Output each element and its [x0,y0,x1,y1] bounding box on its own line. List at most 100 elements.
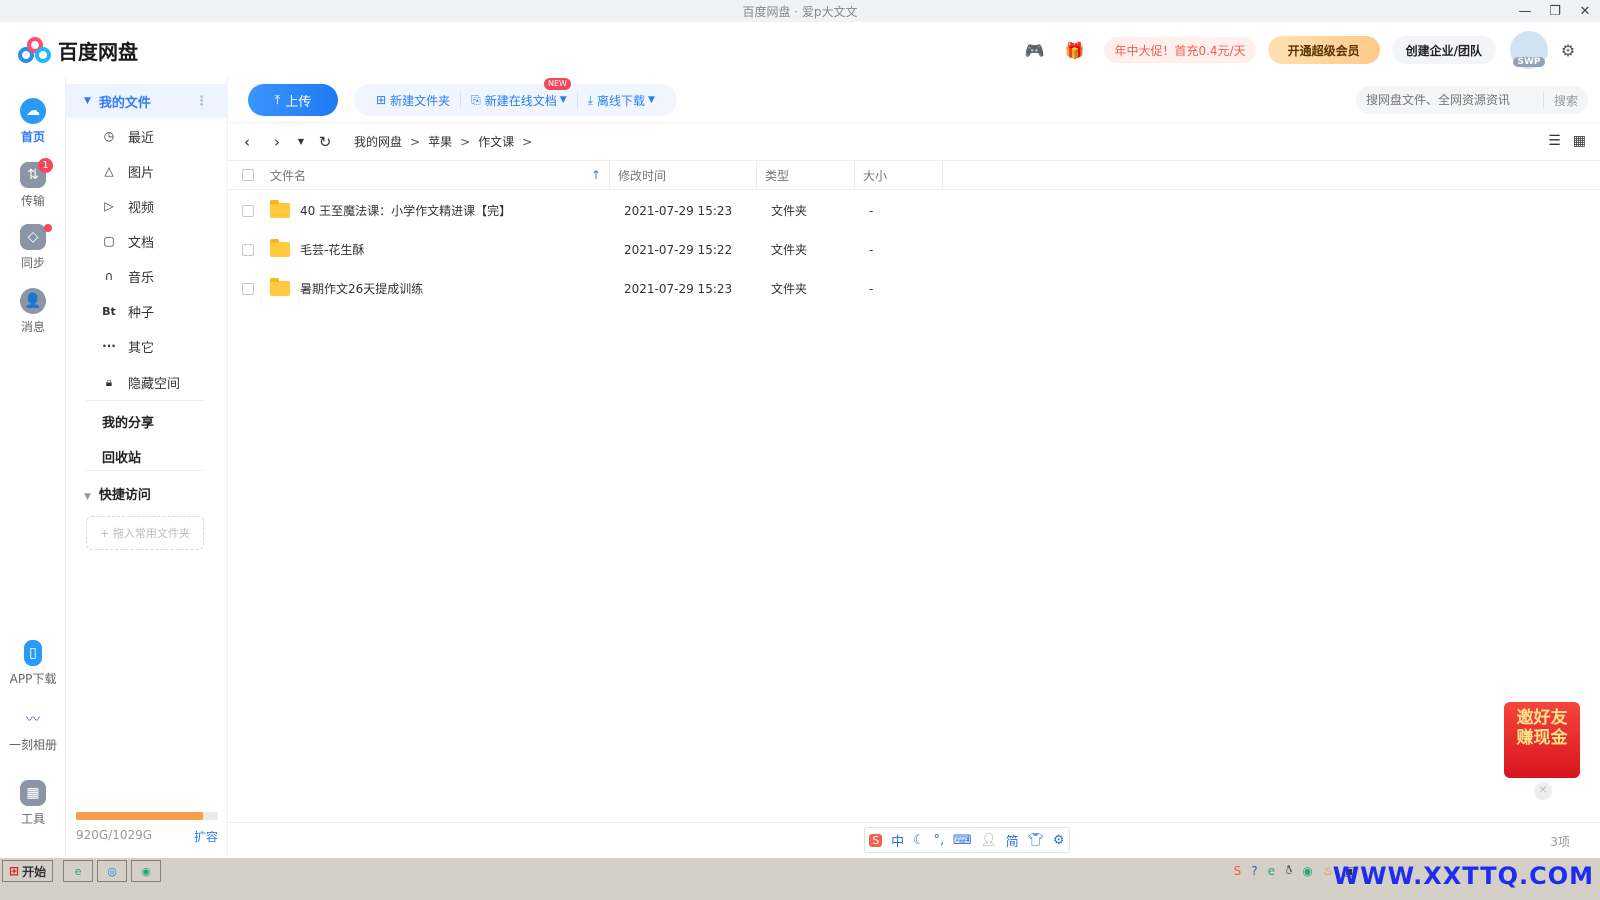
tray-help-icon[interactable]: ? [1251,864,1257,878]
more-vertical-icon[interactable]: ⋮ [195,94,208,109]
rail-item-album[interactable]: 〰 一刻相册 [0,706,66,753]
sidebar-item-other[interactable]: ··· 其它 [66,329,228,363]
invite-friends-banner[interactable]: 邀好友 赚现金 [1504,702,1580,778]
sync-dot [44,224,52,232]
settings-icon[interactable]: ⚙ [1556,38,1580,62]
taskbar-wechat-icon[interactable]: ◉ [131,860,162,882]
folder-icon [270,200,290,218]
start-button[interactable]: ⊞ 开始 [2,860,54,882]
taskbar-ie-icon[interactable]: e [63,860,94,882]
new-online-doc-button[interactable]: ⎘ 新建在线文档 ▼ [461,91,578,109]
ime-simplified-toggle[interactable]: 简 [1006,831,1019,850]
table-row[interactable]: 40 王至魔法课：小学作文精进课【完】 2021-07-29 15:23 文件夹… [228,191,1600,230]
avatar[interactable]: SWP [1510,31,1548,69]
sidebar-item-hidden-space[interactable]: 🔒︎ 隐藏空间 [66,365,228,399]
tray-ie-icon[interactable]: e [1268,864,1275,878]
sidebar-item-label: 最近 [128,130,155,146]
upload-button[interactable]: ⤒ 上传 [248,84,338,116]
search-input[interactable] [1356,93,1543,107]
sogou-ime-icon[interactable]: S [869,833,883,847]
caret-down-icon: ▼ [84,96,91,106]
back-icon[interactable]: ‹ [236,133,258,151]
ime-settings-icon[interactable]: ⚙ [1053,833,1065,848]
sidebar-item-docs[interactable]: ▢ 文档 [66,224,228,258]
header-actions: 🎮 🎁 年中大促！首充0.4元/天 开通超级会员 创建企业/团队 SWP ⚙ [1014,22,1588,78]
sidebar-item-music[interactable]: ∩ 音乐 [66,259,228,293]
column-size[interactable]: 大小 [855,160,943,190]
row-checkbox[interactable] [242,204,254,217]
gift-icon[interactable]: 🎁 [1062,38,1086,62]
sort-icon[interactable]: ☰ [1548,133,1561,149]
breadcrumb-item[interactable]: 苹果 [428,133,452,150]
sidebar-item-recent[interactable]: ◷ 最近 [66,119,228,153]
gamepad-icon[interactable]: 🎮 [1022,38,1046,62]
app-header: 百度网盘 🎮 🎁 年中大促！首充0.4元/天 开通超级会员 创建企业/团队 SW… [0,22,1600,78]
file-name[interactable]: 40 王至魔法课：小学作文精进课【完】 [300,202,624,219]
sidebar-item-quick-access[interactable]: ▼ 快捷访问 [84,484,151,503]
window-controls: — ❐ ✕ [1510,0,1600,22]
close-icon[interactable]: ✕ [1570,0,1600,22]
breadcrumb-separator: > [410,134,421,149]
sidebar-item-label: 视频 [128,200,155,216]
sidebar-item-torrent[interactable]: Bt 种子 [66,294,228,328]
promo-banner[interactable]: 年中大促！首充0.4元/天 [1104,37,1256,63]
forward-icon[interactable]: › [266,133,288,151]
file-name[interactable]: 暑期作文26天提成训练 [300,280,624,297]
doc-icon: ▢ [103,234,115,248]
row-checkbox[interactable] [242,243,254,256]
history-dropdown-icon[interactable]: ▼ [296,137,306,146]
search-button[interactable]: 搜索 [1542,91,1588,109]
people-icon: 👤 [20,288,46,314]
minimize-icon[interactable]: — [1510,0,1540,22]
expand-storage-link[interactable]: 扩容 [194,828,218,845]
new-folder-button[interactable]: ⊞ 新建文件夹 [366,91,462,109]
rail-item-sync[interactable]: ◇ 同步 [0,224,66,271]
table-row[interactable]: 暑期作文26天提成训练 2021-07-29 15:23 文件夹 - [228,269,1600,308]
sidebar-item-recycle[interactable]: 回收站 [102,447,141,466]
breadcrumb-item[interactable]: 我的网盘 [354,133,402,150]
tray-qq-icon[interactable]: 🐧︎ [1285,863,1292,879]
restore-icon[interactable]: ❐ [1540,0,1570,22]
offline-download-label: 离线下载 [596,93,645,108]
sidebar-item-my-share[interactable]: 我的分享 [102,412,154,431]
chevron-down-icon: ▼ [647,95,655,105]
sidebar-item-images[interactable]: △ 图片 [66,154,228,188]
keyboard-icon[interactable]: ⌨ [953,833,972,848]
shirt-icon[interactable]: 👕︎ [1028,833,1045,848]
tray-ime-icon[interactable]: S [1234,864,1242,878]
row-checkbox[interactable] [242,282,254,295]
taskbar-netdisk-icon[interactable]: ◎ [97,860,128,882]
column-modified[interactable]: 修改时间 [610,160,757,190]
sidebar-my-files-label: 我的文件 [98,95,151,111]
select-all-checkbox[interactable] [242,169,254,181]
user-icon[interactable]: 👤︎ [980,833,997,848]
quick-access-dropzone[interactable]: + 拖入常用文件夹 [86,516,204,550]
open-vip-button[interactable]: 开通超级会员 [1267,36,1380,64]
rail-item-messages[interactable]: 👤 消息 [0,288,66,335]
file-name[interactable]: 毛芸-花生酥 [300,241,624,258]
column-name[interactable]: 文件名 ↑ [228,160,610,190]
doc-plus-icon: ⎘ [471,92,481,107]
navigation-bar: ‹ › ▼ ↻ 我的网盘 > 苹果 > 作文课 > ☰ ▦ [228,122,1600,160]
ime-chinese-toggle[interactable]: 中 [891,831,904,850]
sidebar-item-label: 隐藏空间 [128,376,181,392]
moon-icon[interactable]: ☾ [913,833,925,848]
offline-download-button[interactable]: ⤓ 离线下载 ▼ [578,92,665,109]
rail-item-app-download[interactable]: ▯ APP下载 [0,640,66,687]
tray-wechat-icon[interactable]: ◉ [1302,864,1312,878]
grid-view-icon[interactable]: ▦ [1573,133,1586,149]
sidebar-item-video[interactable]: ▷ 视频 [66,189,228,223]
rail-item-tools[interactable]: ▦ 工具 [0,780,66,827]
rail-item-transfer[interactable]: ⇅ 1 传输 [0,158,66,209]
punctuation-icon[interactable]: °, [933,833,944,848]
column-type[interactable]: 类型 [757,160,855,190]
refresh-icon[interactable]: ↻ [314,133,336,151]
sidebar-item-my-files[interactable]: ▼ 我的文件 ⋮ [66,84,228,118]
create-team-button[interactable]: 创建企业/团队 [1391,36,1496,64]
close-banner-icon[interactable]: ✕ [1534,782,1552,800]
start-label: 开始 [22,864,47,879]
rail-item-home[interactable]: ☁ 首页 [0,98,66,145]
table-row[interactable]: 毛芸-花生酥 2021-07-29 15:22 文件夹 - [228,230,1600,269]
column-label: 文件名 [270,168,307,183]
breadcrumb-item[interactable]: 作文课 [478,133,514,150]
